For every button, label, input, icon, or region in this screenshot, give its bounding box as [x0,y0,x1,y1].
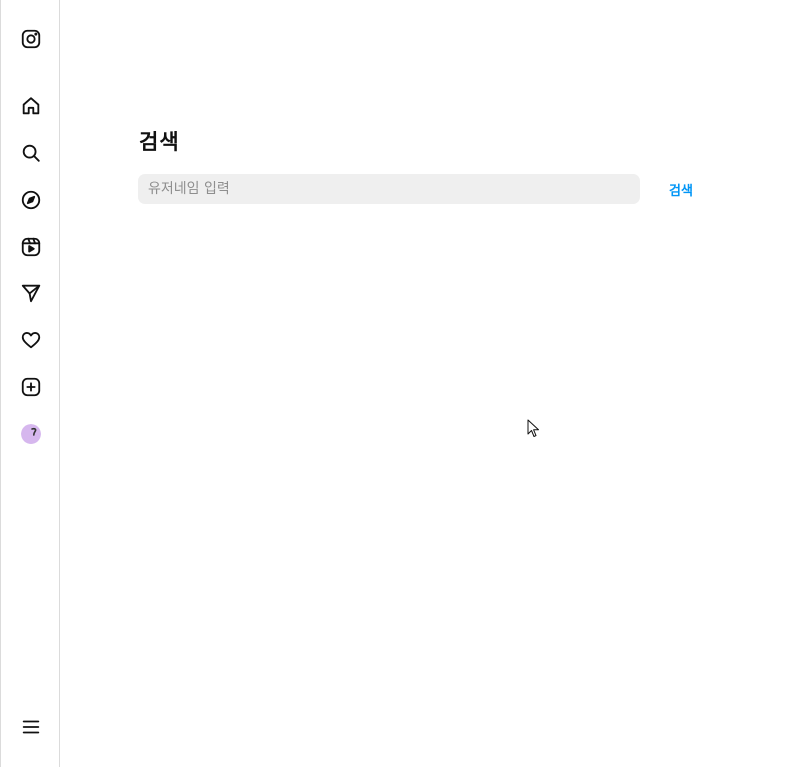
reels-icon[interactable] [18,234,44,260]
direct-message-icon[interactable] [18,280,44,306]
create-plus-icon[interactable] [18,374,44,400]
more-menu-icon[interactable] [18,714,44,740]
page-title: 검색 [139,130,180,154]
mouse-cursor-icon [527,419,539,437]
instagram-logo-icon[interactable] [18,26,44,52]
sidebar [0,0,60,767]
search-button[interactable]: 검색 [661,174,701,204]
home-icon[interactable] [18,93,44,119]
main-content: 검색 검색 [61,0,800,767]
profile-avatar[interactable] [21,424,41,444]
notifications-heart-icon[interactable] [18,327,44,353]
avatar-image [21,424,41,444]
username-search-input[interactable] [138,174,640,204]
explore-icon[interactable] [18,187,44,213]
search-icon[interactable] [18,140,44,166]
